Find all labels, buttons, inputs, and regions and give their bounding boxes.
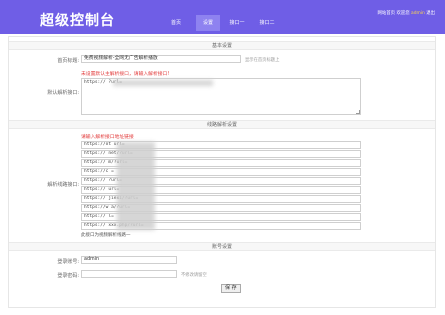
nav-item-api-one[interactable]: 接口一: [224, 15, 250, 31]
resize-handle[interactable]: [356, 110, 360, 114]
logout-link[interactable]: 退出: [426, 11, 435, 16]
redaction-mask: [117, 142, 155, 230]
top-bar: 超级控制台 首页 设置 接口一 接口二 网站首页 欢迎您 admin 退出: [0, 0, 445, 34]
username-display: admin: [411, 11, 425, 16]
nav-item-home[interactable]: 首页: [164, 15, 188, 31]
password-label: 登录密码:: [57, 273, 79, 279]
section-lines-title: 线路解析设置: [9, 120, 435, 129]
user-links: 网站首页 欢迎您 admin 退出: [377, 10, 435, 16]
username-input[interactable]: admin: [81, 256, 177, 264]
app-logo: 超级控制台: [40, 13, 115, 29]
nav-item-settings[interactable]: 设置: [196, 15, 220, 31]
section-account-title: 账号设置: [9, 242, 435, 251]
lines-label: 解析线路接口:: [47, 182, 79, 188]
section-basic-title: 基本设置: [9, 41, 435, 50]
page-title-hint: 显示在首页标题上: [245, 58, 280, 63]
default-api-label: 默认解析接口:: [47, 90, 79, 96]
default-api-warning: 未设置默认主解析接口，请输入解析接口!: [81, 72, 170, 77]
password-input[interactable]: [81, 270, 177, 278]
welcome-text: 欢迎您: [396, 11, 410, 16]
password-hint: 不修改请留空: [181, 273, 207, 278]
settings-panel: 基本设置 首页标题: 免费视频解析-全网无广告解析播放 显示在首页标题上 未设置…: [8, 36, 436, 308]
nav-item-api-two[interactable]: 接口二: [254, 15, 280, 31]
lines-warning: 请输入解析接口地址链接: [81, 135, 134, 140]
page-title-label: 首页标题:: [57, 58, 79, 64]
redaction-mask: [113, 80, 213, 86]
username-label: 登录账号:: [57, 259, 79, 265]
save-button[interactable]: 保 存: [221, 284, 241, 293]
lines-note: 此接口为视频解析线路一: [81, 233, 131, 238]
site-home-link[interactable]: 网站首页: [377, 11, 395, 16]
page-title-input[interactable]: 免费视频解析-全网无广告解析播放: [81, 55, 241, 63]
